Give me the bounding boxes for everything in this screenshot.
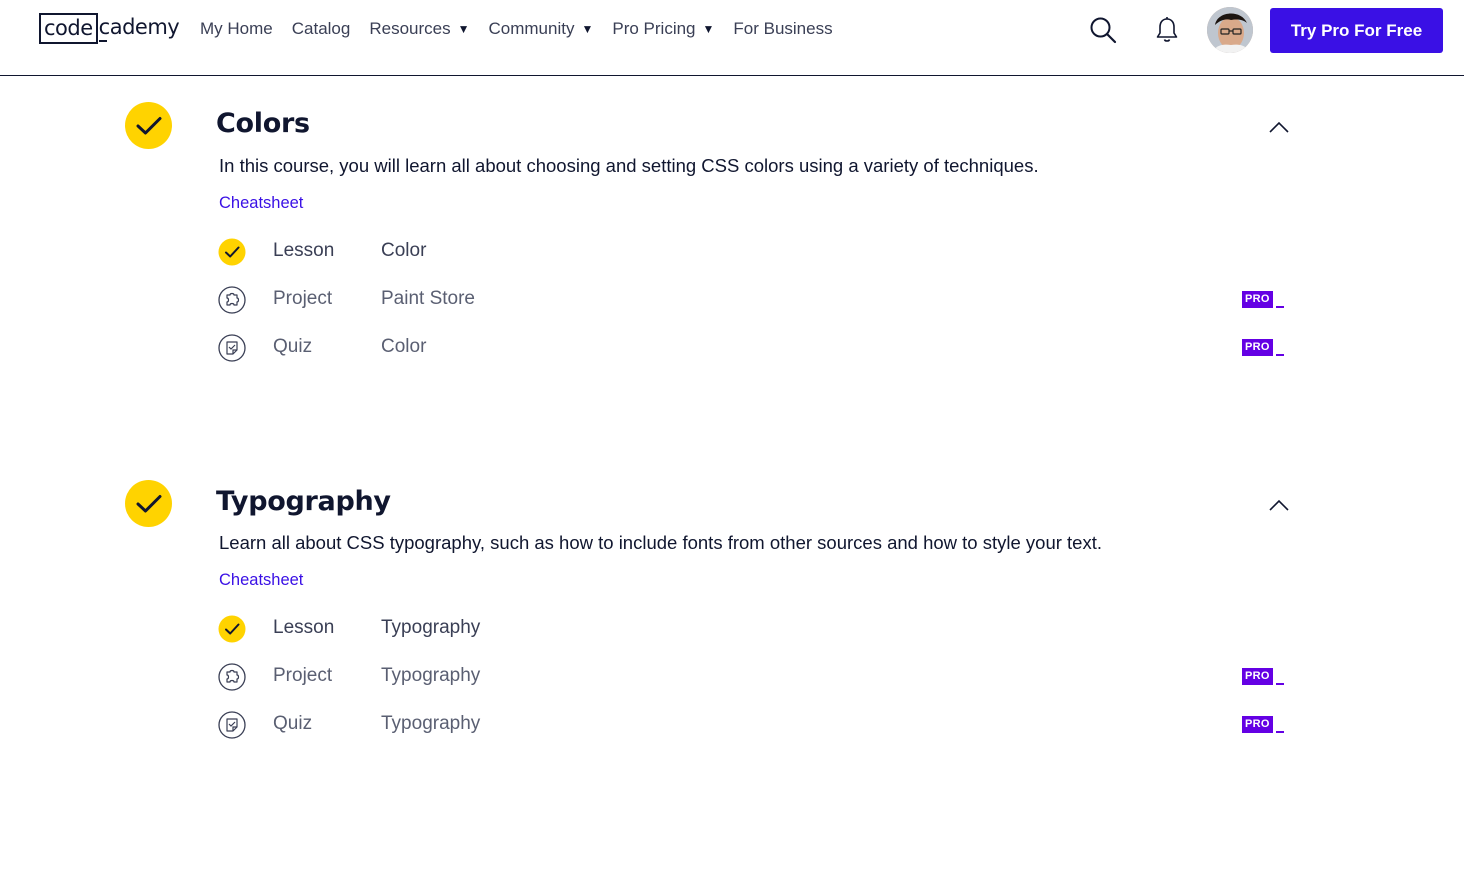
module-description: In this course, you will learn all about… [219,155,1039,176]
content-type-label: Project [273,665,333,686]
content-name: Typography [381,665,481,686]
bell-icon[interactable] [1154,16,1180,44]
content-type-label: Lesson [273,240,335,261]
pro-badge-underscore [1275,731,1284,733]
quiz-icon [218,711,246,739]
puzzle-icon [218,663,246,691]
cheatsheet-link[interactable]: Cheatsheet [219,571,303,590]
content-name: Color [381,336,427,357]
content-type-label: Project [273,288,333,309]
collapse-chevron-up-icon[interactable] [1266,117,1292,137]
module-title: Colors [216,108,310,139]
nav-catalog[interactable]: Catalog [292,19,351,39]
nav-label: Pro Pricing [612,19,696,38]
pro-badge: PRO [1242,668,1284,685]
collapse-chevron-up-icon[interactable] [1266,495,1292,515]
nav-for-business[interactable]: For Business [733,19,832,39]
content-name: Typography [381,713,481,734]
content-item-quiz[interactable]: Quiz Color PRO [0,331,1464,365]
pro-badge-underscore [1275,683,1284,685]
content-type-label: Lesson [273,617,335,638]
content-item-quiz[interactable]: Quiz Typography PRO [0,708,1464,742]
caret-down-icon: ▼ [457,22,470,36]
content-item-lesson[interactable]: Lesson Color [0,235,1464,269]
caret-down-icon: ▼ [581,22,594,36]
pro-badge: PRO [1242,716,1284,733]
pro-badge-label: PRO [1242,716,1273,733]
main-nav: My Home Catalog Resources ▼ Community ▼ … [200,0,852,58]
nav-my-home[interactable]: My Home [200,19,273,39]
module-complete-check-icon [125,480,172,527]
nav-label: Catalog [291,19,351,38]
try-pro-button[interactable]: Try Pro For Free [1270,8,1443,53]
pro-badge-underscore [1275,306,1284,308]
content-item-lesson[interactable]: Lesson Typography [0,612,1464,646]
check-icon [218,615,246,643]
nav-label: Resources [369,19,451,38]
module-title: Typography [216,486,391,517]
cheatsheet-link[interactable]: Cheatsheet [219,194,303,213]
quiz-icon [218,334,246,362]
nav-resources[interactable]: Resources ▼ [369,19,469,39]
pro-badge: PRO [1242,291,1284,308]
logo-cademy-text: cademy [98,13,180,44]
pro-badge-label: PRO [1242,668,1273,685]
nav-label: Community [488,19,575,38]
content-item-project[interactable]: Project Paint Store PRO [0,283,1464,317]
search-icon[interactable] [1089,16,1117,44]
pro-badge-label: PRO [1242,291,1273,308]
pro-badge-underscore [1275,354,1284,356]
content-name: Paint Store [381,288,475,309]
caret-down-icon: ▼ [702,22,715,36]
pro-badge-label: PRO [1242,339,1273,356]
content-name: Color [381,240,427,261]
check-icon [218,238,246,266]
codecademy-logo[interactable]: code cademy [39,13,180,44]
module-complete-check-icon [125,102,172,149]
module-description: Learn all about CSS typography, such as … [219,532,1102,553]
pro-badge: PRO [1242,339,1284,356]
nav-label: My Home [200,19,273,38]
content-type-label: Quiz [273,713,313,734]
content-name: Typography [381,617,481,638]
user-avatar[interactable] [1207,7,1253,53]
nav-label: For Business [733,19,833,38]
top-nav-bar: code cademy My Home Catalog Resources ▼ … [0,0,1464,76]
nav-community[interactable]: Community ▼ [489,19,594,39]
content-type-label: Quiz [273,336,313,357]
logo-code-box: code [39,13,98,44]
content-item-project[interactable]: Project Typography PRO [0,660,1464,694]
nav-pro-pricing[interactable]: Pro Pricing ▼ [612,19,714,39]
puzzle-icon [218,286,246,314]
